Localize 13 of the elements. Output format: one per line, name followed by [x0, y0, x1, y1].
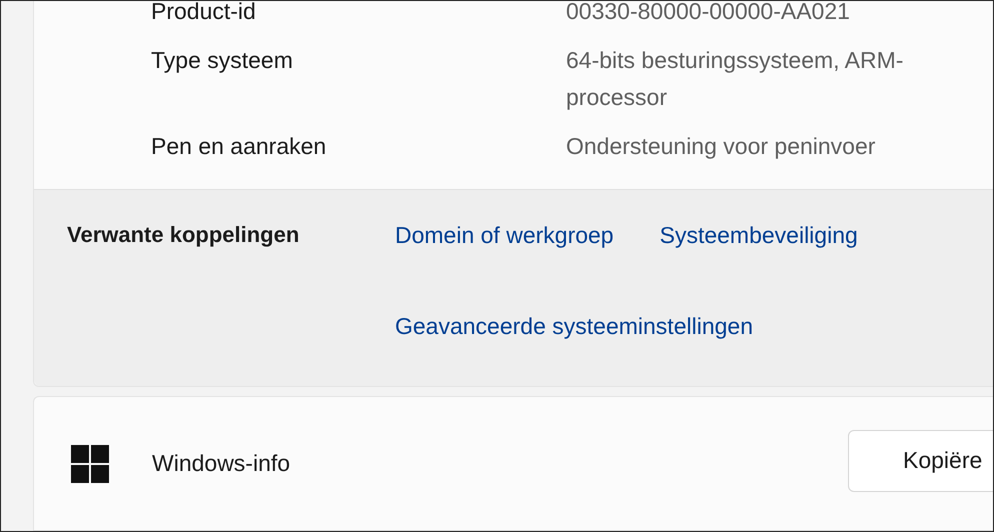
related-link[interactable]: Systeembeveiliging — [660, 220, 858, 259]
spec-label: Type systeem — [151, 46, 294, 75]
copy-button[interactable]: Kopiëre — [848, 430, 993, 492]
related-link[interactable]: Geavanceerde systeeminstellingen — [395, 311, 753, 350]
windows-info-title: Windows-info — [152, 449, 290, 478]
related-link[interactable]: Domein of werkgroep — [395, 220, 614, 259]
spec-value: 00330-80000-00000-AA021 — [566, 1, 851, 26]
spec-value: 64-bits besturingssysteem, ARM-processor — [566, 46, 904, 112]
spec-label: Pen en aanraken — [151, 132, 328, 161]
windows-logo-icon — [71, 444, 109, 482]
related-links-title: Verwante koppelingen — [67, 221, 300, 249]
spec-label: Product-id — [151, 1, 257, 26]
spec-value: Ondersteuning voor peninvoer — [566, 132, 876, 161]
